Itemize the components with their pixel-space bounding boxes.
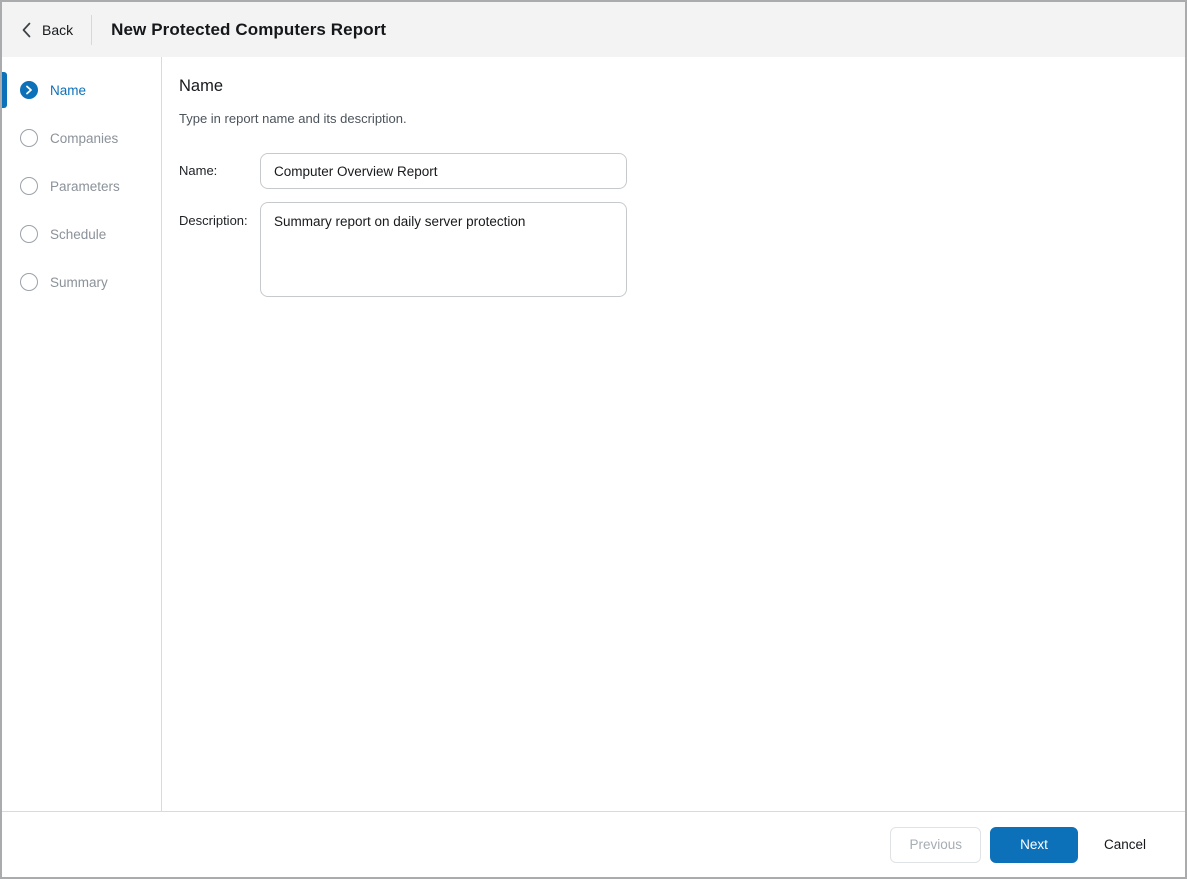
wizard-step-companies[interactable]: Companies: [2, 114, 161, 162]
step-status-icon: [20, 273, 38, 291]
report-description-textarea[interactable]: Summary report on daily server protectio…: [260, 202, 627, 297]
report-name-input[interactable]: [260, 153, 627, 189]
step-label: Name: [50, 82, 87, 98]
header-bar: Back New Protected Computers Report: [2, 2, 1185, 57]
step-label: Schedule: [50, 226, 107, 242]
back-button-label: Back: [42, 21, 74, 38]
wizard-window: Back New Protected Computers Report Name: [0, 0, 1187, 879]
step-status-icon: [20, 177, 38, 195]
wizard-step-name[interactable]: Name: [2, 66, 161, 114]
name-field-row: Name:: [179, 153, 1161, 189]
step-heading: Name: [179, 77, 224, 95]
footer-action-bar: Previous Next Cancel: [2, 811, 1185, 877]
step-subtitle: Type in report name and its description.: [179, 111, 407, 126]
description-field-row: Description: Summary report on daily ser…: [179, 202, 1161, 297]
wizard-body: Name Companies Parameters Schedule Summa…: [2, 57, 1185, 811]
previous-button[interactable]: Previous: [890, 826, 981, 863]
wizard-steps-sidebar: Name Companies Parameters Schedule Summa…: [2, 57, 162, 811]
step-content-panel: Name Type in report name and its descrip…: [162, 57, 1185, 811]
header-divider: [91, 14, 93, 45]
wizard-step-schedule[interactable]: Schedule: [2, 210, 161, 258]
wizard-step-parameters[interactable]: Parameters: [2, 162, 161, 210]
chevron-left-icon: [22, 22, 31, 38]
page-title: New Protected Computers Report: [111, 19, 387, 39]
step-status-icon: [20, 81, 38, 99]
step-label: Parameters: [50, 178, 120, 194]
next-button[interactable]: Next: [989, 826, 1078, 863]
report-name-form: Name: Description: Summary report on dai…: [179, 153, 1161, 297]
back-button[interactable]: Back: [18, 16, 77, 44]
step-label: Companies: [50, 130, 119, 146]
cancel-button[interactable]: Cancel: [1094, 827, 1156, 863]
description-field-label: Description:: [179, 213, 248, 228]
wizard-step-summary[interactable]: Summary: [2, 258, 161, 306]
active-step-indicator: [2, 72, 7, 108]
name-field-label: Name:: [179, 163, 218, 178]
step-status-icon: [20, 225, 38, 243]
step-status-icon: [20, 129, 38, 147]
step-label: Summary: [50, 274, 108, 290]
